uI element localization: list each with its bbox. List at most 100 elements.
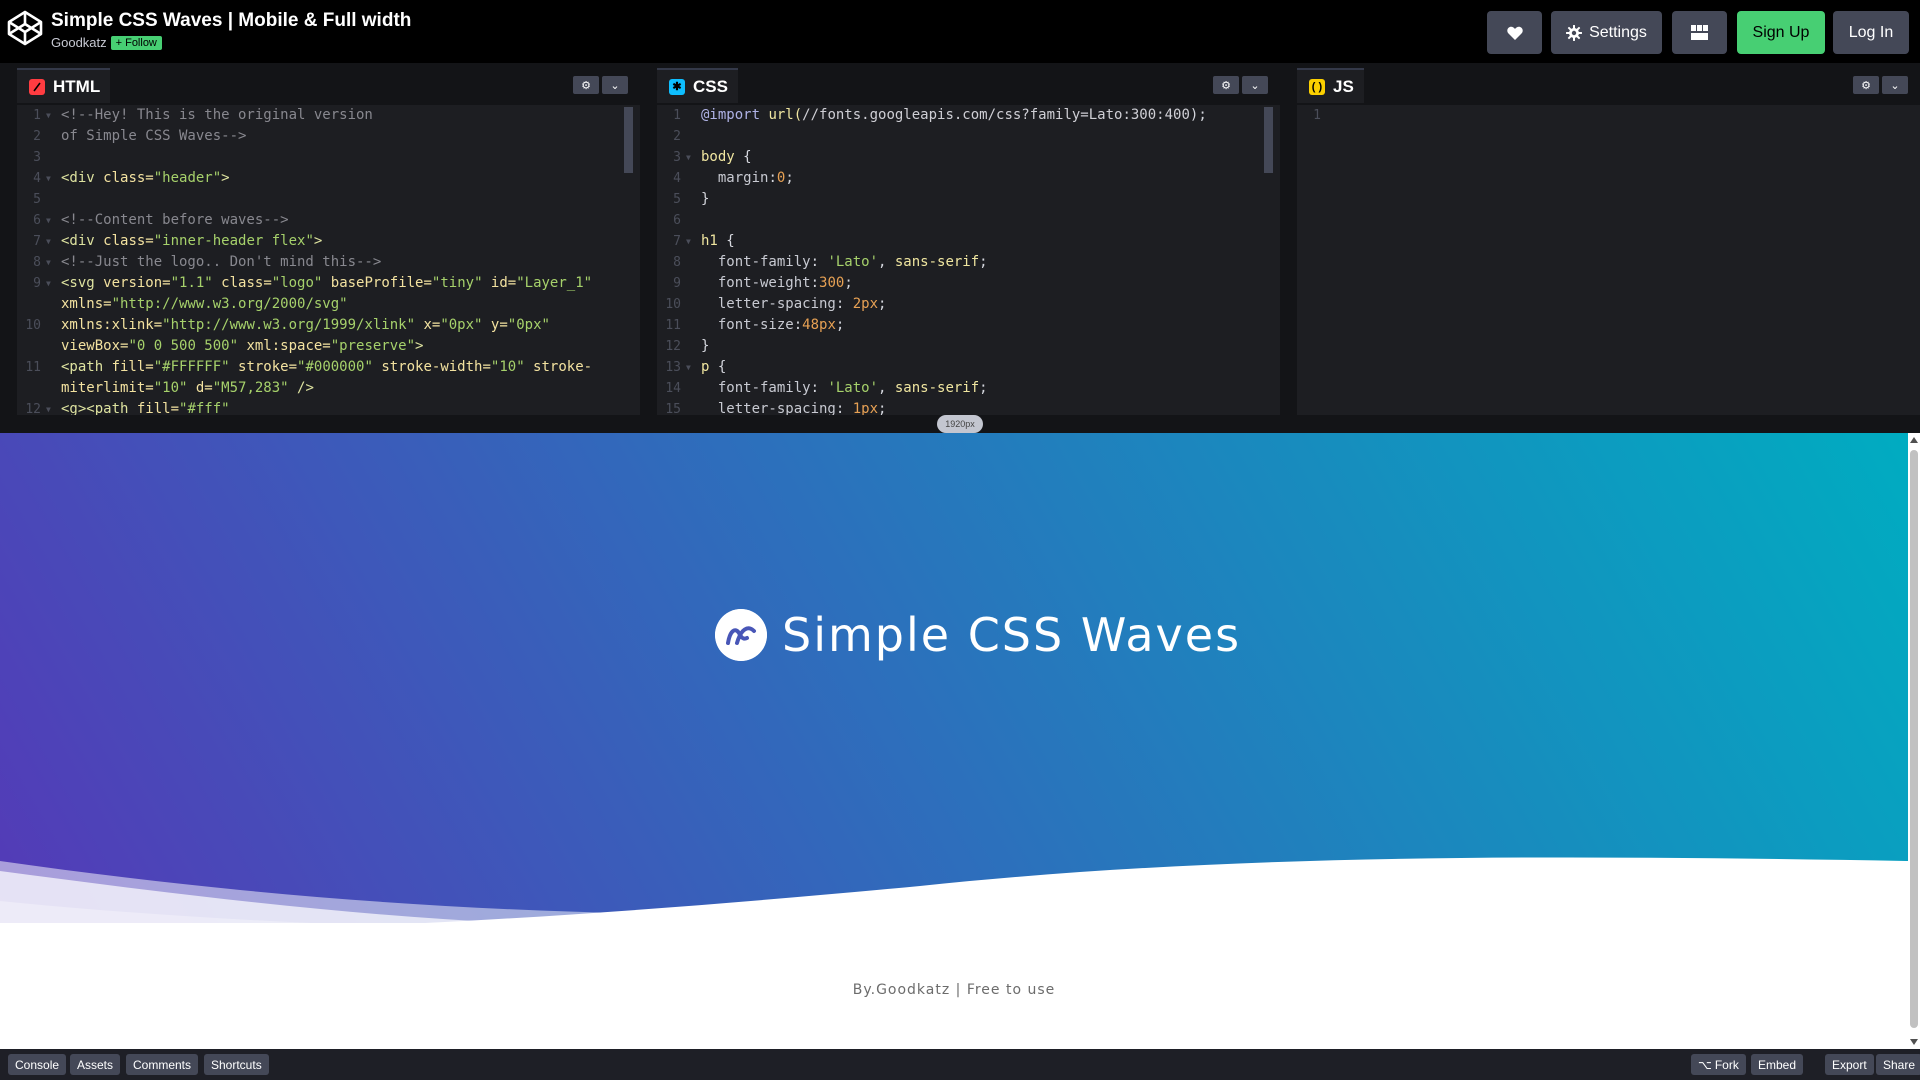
left-resize-handle[interactable] [0,64,17,415]
code-line: 8 ▼ <!--Just the logo.. Don't mind this--> [17,252,640,273]
share-button[interactable]: Share [1876,1054,1920,1075]
author-name[interactable]: Goodkatz [51,35,107,50]
code-token: ; [979,380,988,396]
assets-button[interactable]: Assets [70,1054,121,1075]
pen-title: Simple CSS Waves | Mobile & Full width [51,10,412,31]
code-text: xmlns:xlink="http://www.w3.org/1999/xlin… [61,315,550,336]
gear-icon: ⚙ [1861,79,1871,92]
code-token: font-family [701,380,811,396]
code-token: "http://www.w3.org/2000/svg" [111,296,348,312]
line-number: 9 [33,276,41,291]
code-token: "http://www.w3.org/1999/xlink" [162,317,416,333]
editor-resize-handle[interactable] [640,64,657,415]
code-text: font-weight:300; [701,273,853,294]
embed-button[interactable]: Embed [1751,1054,1804,1075]
code-token: "Layer_1" [516,275,593,291]
fold-arrow-icon[interactable]: ▼ [46,252,51,273]
code-token: , [878,254,895,270]
scroll-up-arrow-icon[interactable] [1910,437,1918,443]
editor-settings-button[interactable]: ⚙ [573,76,599,94]
fold-arrow-icon[interactable]: ▼ [46,105,51,126]
editor-settings-button[interactable]: ⚙ [1853,76,1879,94]
line-number: 8 [33,255,41,270]
log-in-button[interactable]: Log In [1833,11,1909,54]
code-token: : [810,275,820,291]
code-line: 12 ▼ <g><path fill="#fff" [17,399,640,415]
fork-button[interactable]: ⌥ Fork [1691,1054,1746,1075]
export-button[interactable]: Export [1825,1054,1874,1075]
code-token: "10" [153,380,188,396]
code-line: 5} [657,189,1280,210]
code-token: miterlimit= [61,380,154,396]
code-token: h1 [701,233,727,249]
line-number: 1 [33,108,41,123]
fold-arrow-icon[interactable]: ▼ [46,273,51,294]
sign-up-button[interactable]: Sign Up [1737,11,1825,54]
code-line: 1 [1297,105,1920,126]
editor-collapse-button[interactable]: ⌄ [1882,76,1908,94]
code-token: /> [288,380,314,396]
editor-collapse-button[interactable]: ⌄ [1242,76,1268,94]
follow-label: Follow [125,36,157,49]
line-number: 12 [25,402,41,415]
fold-arrow-icon[interactable]: ▼ [46,399,51,415]
editor-scrollbar[interactable] [1264,107,1273,173]
code-text: <!--Just the logo.. Don't mind this--> [61,252,381,273]
shortcuts-button[interactable]: Shortcuts [204,1054,269,1075]
code-token: "0px" [440,317,483,333]
code-token: : [810,254,828,270]
code-text: body { [701,147,752,168]
css-editor: ✱ CSS ⚙ ⌄ 1 @import url(//fonts.googleapi… [657,64,1280,415]
code-token: class= [212,275,272,291]
codepen-logo-icon[interactable] [6,9,44,47]
console-button[interactable]: Console [8,1054,67,1075]
html-code[interactable]: 1 ▼ <!--Hey! This is the original version 2… [17,105,640,415]
fold-arrow-icon[interactable]: ▼ [686,231,691,252]
settings-button[interactable]: Settings [1551,11,1662,54]
change-view-button[interactable] [1672,11,1727,54]
code-token: id= [482,275,517,291]
scroll-down-arrow-icon[interactable] [1910,1039,1918,1045]
result-preview: Simple CSS Waves By.Goodkatz | Free to u… [0,433,1920,1049]
heart-icon [1506,26,1523,40]
code-token: p [701,359,718,375]
editor-collapse-button[interactable]: ⌄ [602,76,628,94]
fold-arrow-icon[interactable]: ▼ [686,357,691,378]
code-token: "logo" [271,275,323,291]
css-code[interactable]: 1 @import url(//fonts.googleapis.com/css?… [657,105,1280,415]
editor-tabbar [17,64,640,105]
comments-button[interactable]: Comments [126,1054,199,1075]
editor-settings-button[interactable]: ⚙ [1213,76,1239,94]
css-icon: ✱ [669,78,685,95]
code-token: > [415,338,424,354]
code-line: 6 [657,210,1280,231]
preview-scrollbar[interactable] [1908,433,1920,1049]
editor-resize-handle[interactable] [1280,64,1297,415]
gear-icon: ⚙ [581,79,591,92]
js-code[interactable]: 1 [1297,105,1920,415]
code-token: class= [103,233,154,249]
code-token: ; [878,401,887,415]
editor-scrollbar[interactable] [624,107,633,173]
fold-arrow-icon[interactable]: ▼ [686,147,691,168]
chevron-down-icon: ⌄ [1890,79,1900,92]
code-line: 4 ▼ <div class="header"> [17,168,640,189]
follow-button[interactable]: + Follow [110,35,162,50]
code-token: > [221,170,230,186]
code-line: 2 [657,126,1280,147]
scrollbar-thumb[interactable] [1910,450,1918,1028]
fold-arrow-icon[interactable]: ▼ [46,210,51,231]
code-text: <!--Content before waves--> [61,210,289,231]
line-number: 1 [673,108,681,123]
html-tab[interactable]: HTML [17,68,111,103]
code-text: @import url(//fonts.googleapis.com/css?f… [701,105,1207,126]
fold-arrow-icon[interactable]: ▼ [46,231,51,252]
code-token: url( [768,107,803,123]
fork-label: Fork [1714,1057,1739,1072]
code-token: fill= [111,359,154,375]
css-tab[interactable]: ✱ CSS [657,68,738,103]
fold-arrow-icon[interactable]: ▼ [46,168,51,189]
love-button[interactable] [1487,11,1542,54]
code-text: <div class="header"> [61,168,230,189]
js-tab[interactable]: ( ) JS [1297,68,1364,103]
